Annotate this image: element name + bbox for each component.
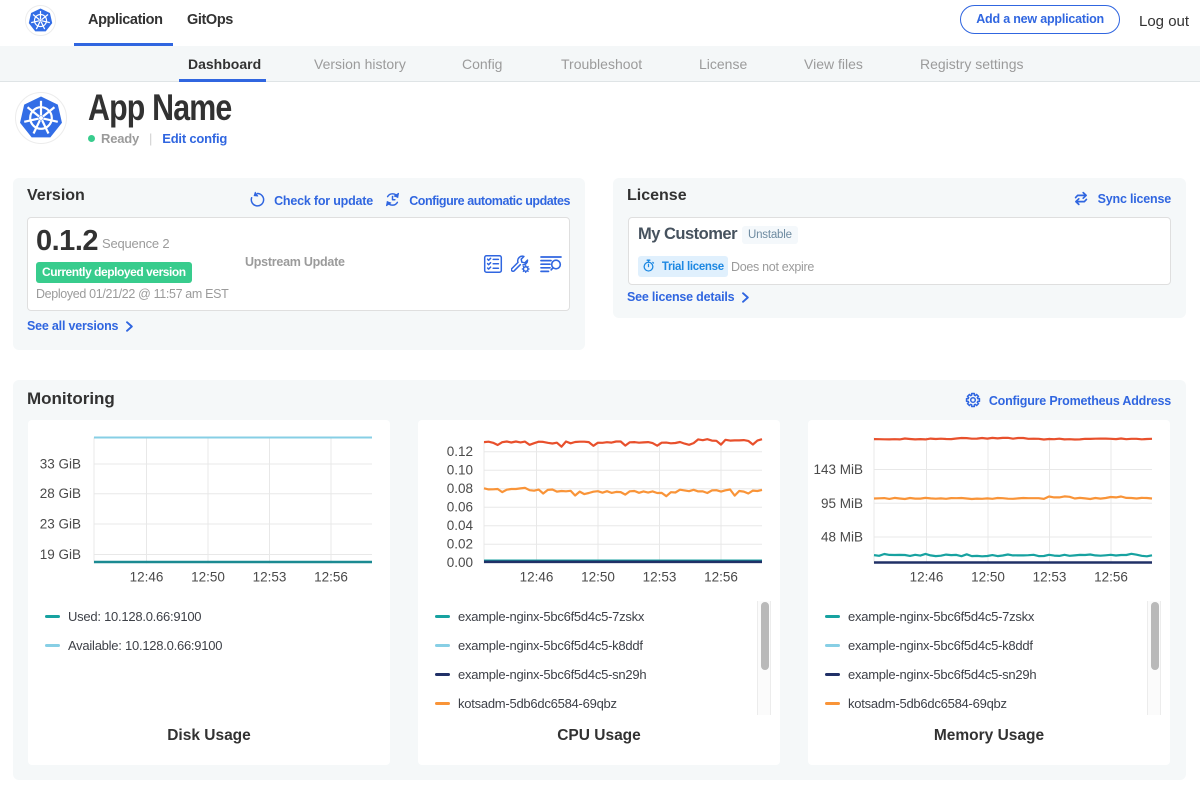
svg-text:12:46: 12:46 bbox=[130, 570, 164, 585]
svg-text:0.04: 0.04 bbox=[447, 518, 474, 533]
svg-text:12:56: 12:56 bbox=[314, 570, 348, 585]
svg-text:12:53: 12:53 bbox=[253, 570, 287, 585]
svg-text:12:46: 12:46 bbox=[520, 570, 554, 585]
svg-text:95 MiB: 95 MiB bbox=[821, 496, 863, 511]
svg-text:0.06: 0.06 bbox=[447, 500, 473, 515]
svg-text:23 GiB: 23 GiB bbox=[40, 517, 81, 532]
svg-text:0.00: 0.00 bbox=[447, 555, 473, 570]
svg-text:12:53: 12:53 bbox=[643, 570, 677, 585]
svg-text:0.02: 0.02 bbox=[447, 537, 473, 552]
svg-text:12:46: 12:46 bbox=[910, 570, 944, 585]
svg-text:0.08: 0.08 bbox=[447, 481, 473, 496]
svg-text:33 GiB: 33 GiB bbox=[40, 457, 81, 472]
svg-text:28 GiB: 28 GiB bbox=[40, 486, 81, 501]
svg-text:19 GiB: 19 GiB bbox=[40, 547, 81, 562]
svg-text:48 MiB: 48 MiB bbox=[821, 530, 863, 545]
svg-text:12:56: 12:56 bbox=[1094, 570, 1128, 585]
svg-text:143 MiB: 143 MiB bbox=[813, 462, 863, 477]
svg-text:12:56: 12:56 bbox=[704, 570, 738, 585]
svg-text:12:50: 12:50 bbox=[971, 570, 1005, 585]
svg-text:12:50: 12:50 bbox=[191, 570, 225, 585]
svg-text:0.10: 0.10 bbox=[447, 463, 473, 478]
svg-text:12:53: 12:53 bbox=[1033, 570, 1067, 585]
svg-text:12:50: 12:50 bbox=[581, 570, 615, 585]
svg-text:0.12: 0.12 bbox=[447, 444, 473, 459]
